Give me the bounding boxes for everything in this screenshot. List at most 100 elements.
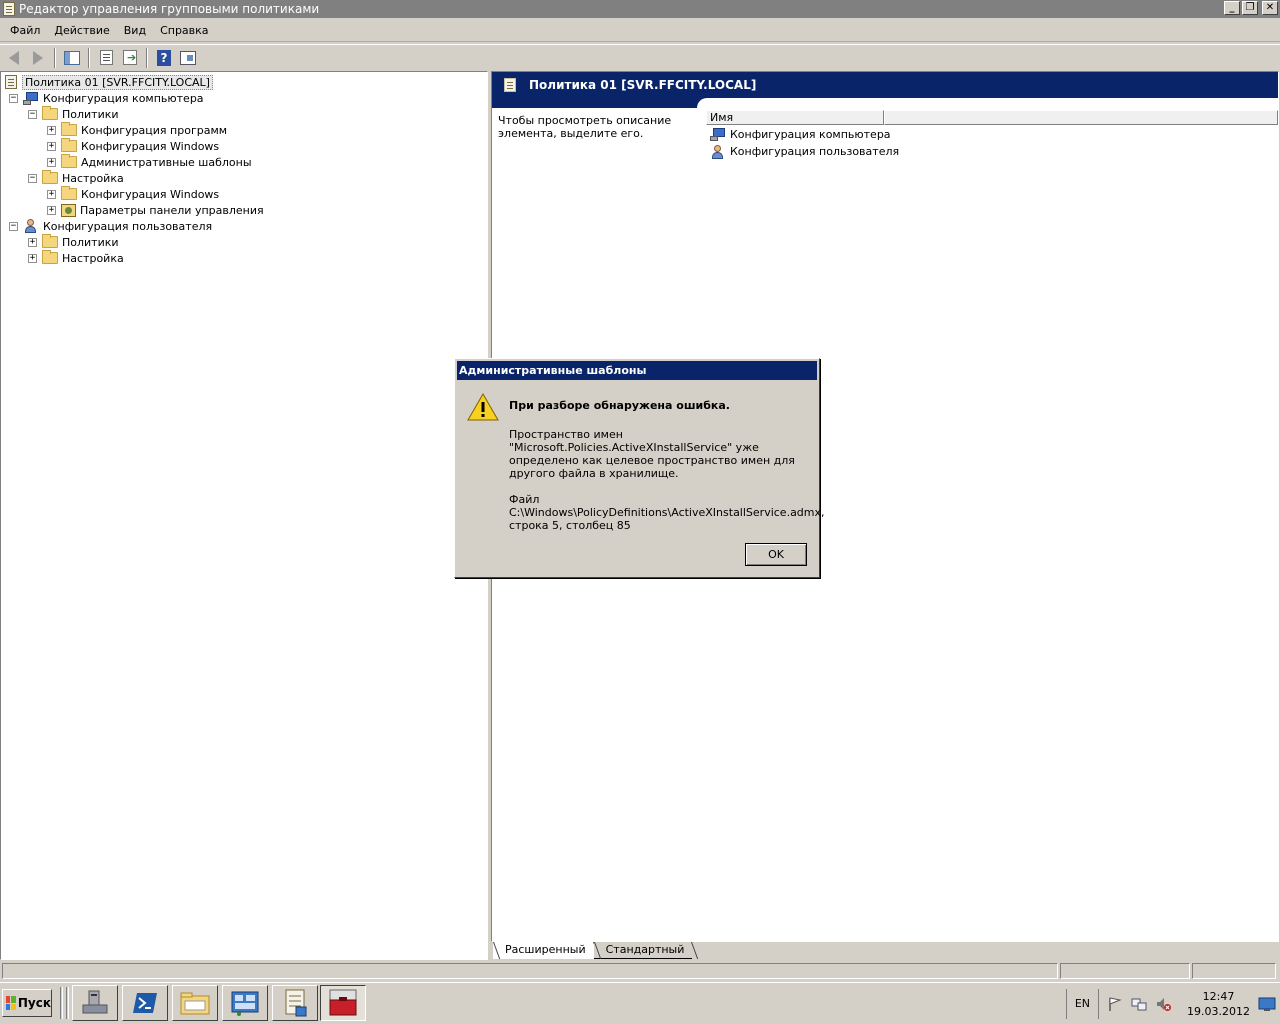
start-button[interactable]: Пуск bbox=[2, 989, 52, 1017]
dialog-location: строка 5, столбец 85 bbox=[509, 519, 631, 532]
menu-view[interactable]: Вид bbox=[117, 20, 153, 42]
expand-icon[interactable]: + bbox=[47, 141, 56, 151]
tree-label: Параметры панели управления bbox=[80, 203, 264, 217]
collapse-icon[interactable]: − bbox=[9, 93, 18, 103]
tree-item-software-config[interactable]: + Конфигурация программ bbox=[47, 122, 227, 138]
toolbar-separator bbox=[88, 47, 90, 68]
user-icon bbox=[23, 219, 39, 233]
header-curve bbox=[697, 98, 1278, 108]
close-button[interactable]: ✕ bbox=[1262, 1, 1278, 15]
expand-icon[interactable]: + bbox=[47, 189, 56, 199]
menu-file[interactable]: Файл bbox=[3, 20, 47, 42]
policy-icon bbox=[504, 78, 516, 92]
dialog-file-path: C:\Windows\PolicyDefinitions\ActiveXInst… bbox=[509, 506, 825, 519]
expand-icon[interactable]: + bbox=[47, 125, 56, 135]
show-hide-tree-button[interactable] bbox=[61, 47, 83, 69]
view-button[interactable] bbox=[177, 47, 199, 69]
restore-button[interactable]: ❐ bbox=[1242, 1, 1258, 15]
toolbar-separator bbox=[54, 47, 56, 68]
clock[interactable]: 12:47 19.03.2012 bbox=[1179, 989, 1258, 1019]
gpo-editor-icon bbox=[285, 989, 307, 1017]
action-center-flag-icon[interactable] bbox=[1107, 996, 1123, 1012]
tab-extended[interactable]: Расширенный bbox=[493, 942, 594, 959]
gpo-editor-taskbar-button[interactable] bbox=[272, 985, 318, 1021]
tree-item-user-policies[interactable]: + Политики bbox=[28, 234, 119, 250]
export-list-button[interactable] bbox=[119, 47, 141, 69]
tab-standard[interactable]: Стандартный bbox=[593, 942, 693, 959]
folder-icon bbox=[61, 122, 77, 136]
user-icon bbox=[710, 144, 726, 159]
volume-muted-icon[interactable] bbox=[1155, 996, 1172, 1012]
tree-label: Настройка bbox=[62, 251, 124, 265]
list-item-computer-config[interactable]: Конфигурация компьютера bbox=[710, 126, 891, 143]
properties-button[interactable] bbox=[95, 47, 117, 69]
collapse-icon[interactable]: − bbox=[9, 221, 18, 231]
back-icon bbox=[9, 50, 19, 65]
menu-help[interactable]: Справка bbox=[153, 20, 215, 42]
tree-label: Административные шаблоны bbox=[81, 155, 252, 169]
collapse-icon[interactable]: − bbox=[28, 109, 37, 119]
folder-icon bbox=[42, 106, 58, 120]
tree-item-windows-config[interactable]: + Конфигурация Windows bbox=[47, 138, 219, 154]
tree-item-root[interactable]: Политика 01 [SVR.FFCITY.LOCAL] bbox=[5, 74, 213, 90]
ok-button[interactable]: OK bbox=[745, 543, 807, 566]
column-name[interactable]: Имя bbox=[706, 110, 884, 125]
tree-item-policies[interactable]: − Политики bbox=[28, 106, 119, 122]
dialog-heading: При разборе обнаружена ошибка. bbox=[509, 399, 730, 412]
admin-tools-button[interactable] bbox=[320, 985, 366, 1021]
help-button[interactable]: ? bbox=[153, 47, 175, 69]
clock-time: 12:47 bbox=[1202, 990, 1235, 1003]
tree-item-user-config[interactable]: − Конфигурация пользователя bbox=[9, 218, 212, 234]
expand-icon[interactable]: + bbox=[28, 237, 37, 247]
server-manager-icon bbox=[82, 990, 108, 1014]
dialog-body: Пространство имен "Microsoft.Policies.Ac… bbox=[509, 428, 825, 532]
menu-action[interactable]: Действие bbox=[47, 20, 116, 42]
forward-icon bbox=[33, 50, 43, 65]
system-tray: EN 12:47 19.03.2012 bbox=[1065, 987, 1280, 1021]
language-indicator[interactable]: EN bbox=[1065, 989, 1098, 1019]
expand-icon[interactable]: + bbox=[47, 205, 56, 215]
tree-label: Конфигурация компьютера bbox=[43, 91, 204, 105]
view-tabs: Расширенный Стандартный bbox=[491, 942, 1279, 960]
tree-item-admin-templates[interactable]: + Административные шаблоны bbox=[47, 154, 252, 170]
tree-item-user-preferences[interactable]: + Настройка bbox=[28, 250, 124, 266]
tree-item-pref-windows-config[interactable]: + Конфигурация Windows bbox=[47, 186, 219, 202]
forward-button[interactable] bbox=[27, 47, 49, 69]
tree-label: Настройка bbox=[62, 171, 124, 185]
windows-logo-icon bbox=[6, 996, 16, 1010]
tree-pane[interactable]: Политика 01 [SVR.FFCITY.LOCAL] − Конфигу… bbox=[0, 71, 488, 960]
taskbar-divider bbox=[60, 987, 63, 1019]
tree-item-preferences[interactable]: − Настройка bbox=[28, 170, 124, 186]
taskbar-divider bbox=[66, 987, 69, 1019]
policy-icon bbox=[5, 75, 17, 89]
tree-item-computer-config[interactable]: − Конфигурация компьютера bbox=[9, 90, 204, 106]
powershell-button[interactable] bbox=[122, 985, 168, 1021]
tree-item-control-panel[interactable]: + Параметры панели управления bbox=[47, 202, 264, 218]
server-manager-button[interactable] bbox=[72, 985, 118, 1021]
expand-icon[interactable]: + bbox=[28, 253, 37, 263]
view-icon bbox=[180, 50, 196, 65]
dialog-message: Пространство имен "Microsoft.Policies.Ac… bbox=[509, 428, 795, 480]
dialog-title[interactable]: Административные шаблоны bbox=[457, 361, 817, 380]
powershell-icon bbox=[133, 993, 157, 1013]
window-titlebar[interactable]: Редактор управления групповыми политикам… bbox=[0, 0, 1280, 18]
window-title: Редактор управления групповыми политикам… bbox=[19, 2, 320, 16]
minimize-button[interactable]: _ bbox=[1224, 1, 1240, 15]
network-console-button[interactable] bbox=[222, 985, 268, 1021]
list-column-header: Имя bbox=[706, 110, 1278, 125]
collapse-icon[interactable]: − bbox=[28, 173, 37, 183]
clock-date: 19.03.2012 bbox=[1187, 1005, 1250, 1018]
properties-icon bbox=[99, 50, 113, 65]
explorer-icon bbox=[180, 992, 210, 1015]
show-desktop-icon[interactable] bbox=[1258, 996, 1276, 1012]
explorer-button[interactable] bbox=[172, 985, 218, 1021]
tree-label: Конфигурация программ bbox=[81, 123, 228, 137]
list-item-user-config[interactable]: Конфигурация пользователя bbox=[710, 143, 899, 160]
status-cell bbox=[1060, 963, 1190, 979]
computer-icon bbox=[23, 91, 39, 105]
column-empty[interactable] bbox=[884, 110, 1278, 125]
network-icon[interactable] bbox=[1131, 996, 1147, 1012]
expand-icon[interactable]: + bbox=[47, 157, 56, 167]
back-button[interactable] bbox=[3, 47, 25, 69]
folder-icon bbox=[61, 138, 77, 152]
